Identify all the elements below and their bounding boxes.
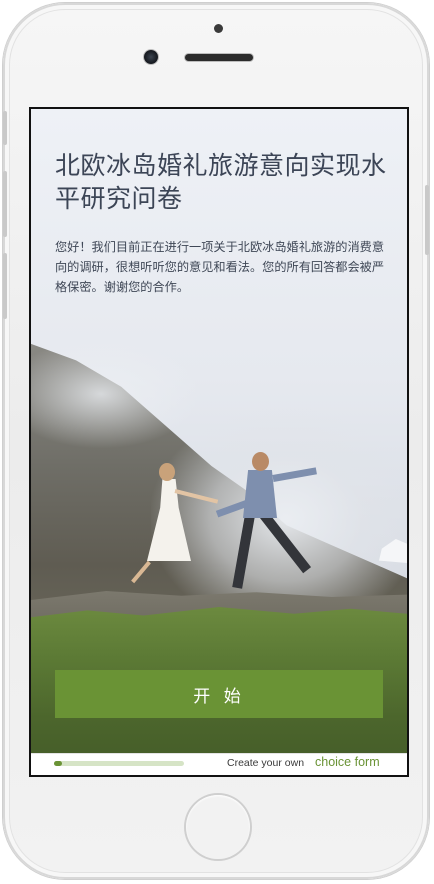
volume-down-button [3,253,7,319]
phone-screen: 北欧冰岛婚礼旅游意向实现水平研究问卷 您好！我们目前正在进行一项关于北欧冰岛婚礼… [29,107,409,777]
groom-arm-right [272,467,317,482]
progress-bar [54,761,184,766]
groom-head [252,452,269,471]
start-survey-button[interactable]: 开 始 [55,670,383,718]
bride-head [159,463,175,481]
choice-form-logo[interactable]: choice form [315,755,380,769]
survey-footer: Create your own choice form [31,753,407,775]
front-camera-icon [144,50,158,64]
survey-welcome-page: 北欧冰岛婚礼旅游意向实现水平研究问卷 您好！我们目前正在进行一项关于北欧冰岛婚礼… [31,109,407,775]
power-button [425,185,429,255]
mute-switch [3,111,7,145]
groom-leg-front [232,514,255,589]
create-your-own-link[interactable]: Create your own [227,757,304,769]
bride-leg [131,560,151,584]
proximity-sensor-icon [214,24,223,33]
phone-frame: 北欧冰岛婚礼旅游意向实现水平研究问卷 您好！我们目前正在进行一项关于北欧冰岛婚礼… [3,3,429,879]
survey-intro-text: 您好！我们目前正在进行一项关于北欧冰岛婚礼旅游的消费意向的调研，很想听听您的意见… [55,240,385,294]
progress-bar-fill [54,761,62,766]
couple-illustration [131,449,341,614]
bride-arm [174,489,219,504]
earpiece-speaker-icon [185,54,253,61]
groom-leg-back [260,511,312,574]
survey-title: 北欧冰岛婚礼旅游意向实现水平研究问卷 [55,151,387,213]
volume-up-button [3,171,7,237]
home-button[interactable] [186,795,250,859]
